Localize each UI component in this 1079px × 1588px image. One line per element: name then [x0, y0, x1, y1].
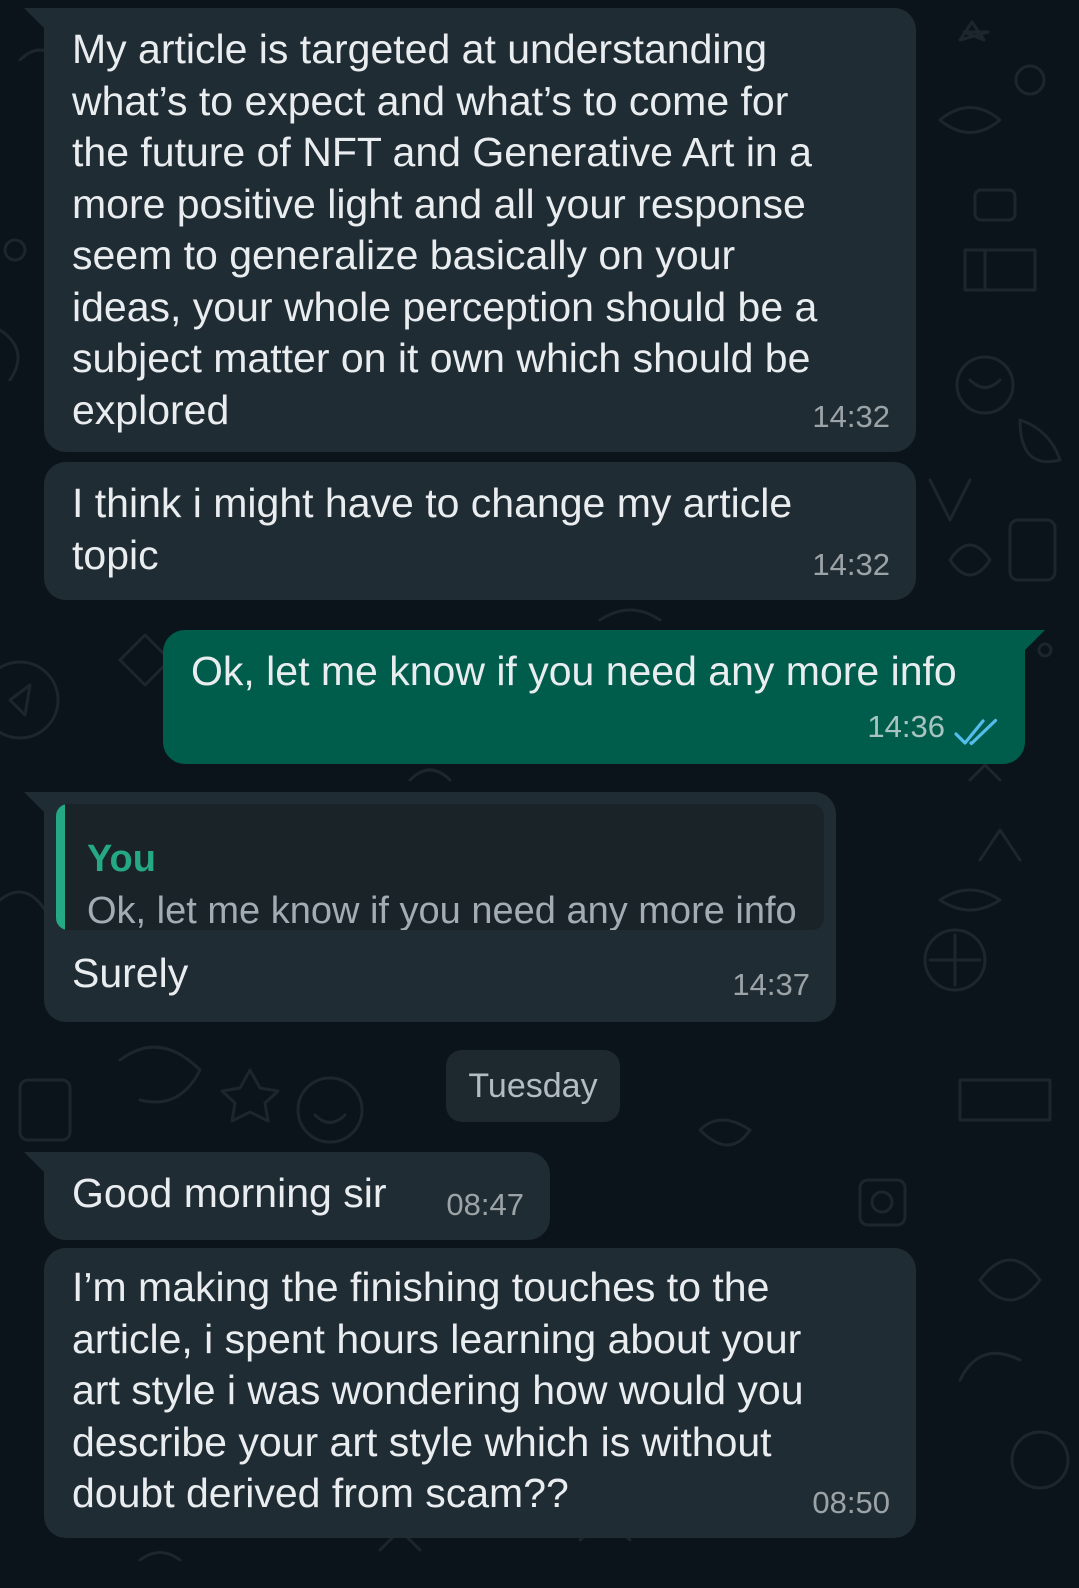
message-time: 08:47 [446, 1186, 524, 1222]
message-bubble-incoming[interactable]: I think i might have to change my articl… [44, 462, 916, 600]
quote-accent-bar [56, 804, 65, 930]
message-time: 14:32 [812, 546, 890, 582]
message-text: My article is targeted at understanding … [72, 26, 818, 433]
message-bubble-incoming[interactable]: Good morning sir 08:47 [24, 1152, 550, 1240]
message-time: 14:37 [732, 966, 810, 1002]
bubble-tail [24, 1152, 44, 1172]
date-divider: Tuesday [446, 1050, 620, 1122]
message-time: 08:50 [812, 1484, 890, 1520]
double-check-read-icon [954, 718, 998, 746]
message-text: Surely [72, 950, 189, 996]
message-time: 14:36 [867, 708, 945, 744]
quoted-message[interactable]: You Ok, let me know if you need any more… [56, 804, 824, 930]
conversation: My article is targeted at understanding … [0, 0, 1079, 1588]
message-text: I’m making the finishing touches to the … [72, 1264, 804, 1516]
message-text: Ok, let me know if you need any more inf… [191, 648, 957, 694]
quote-text: Ok, let me know if you need any more inf… [87, 890, 797, 930]
message-text: Good morning sir [72, 1170, 387, 1216]
message-text: I think i might have to change my articl… [72, 480, 793, 578]
message-bubble-incoming[interactable]: My article is targeted at understanding … [24, 8, 916, 452]
message-bubble-incoming[interactable]: You Ok, let me know if you need any more… [24, 792, 836, 1022]
message-bubble-incoming[interactable]: I’m making the finishing touches to the … [44, 1248, 916, 1538]
message-bubble-outgoing[interactable]: Ok, let me know if you need any more inf… [163, 630, 1045, 764]
bubble-tail [24, 792, 44, 812]
bubble-tail [1025, 630, 1045, 650]
bubble-tail [24, 8, 44, 28]
quote-author: You [87, 838, 156, 880]
message-time: 14:32 [812, 398, 890, 434]
